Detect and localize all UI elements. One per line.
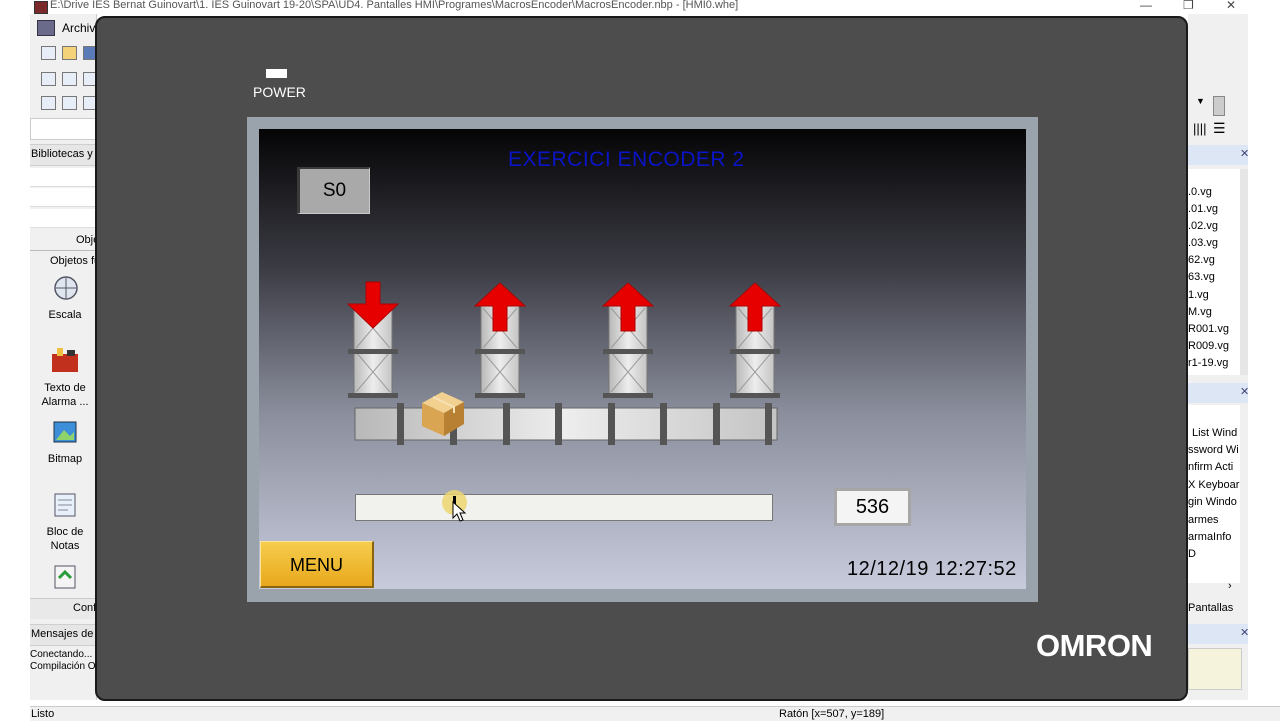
file-item[interactable]: .02.vg (1188, 220, 1218, 232)
piston-4 (728, 282, 782, 398)
libraries-header: Bibliotecas y (30, 144, 96, 166)
mouse-position: Ratón [x=507, y=189] (779, 708, 885, 720)
divider (30, 250, 96, 251)
status-text: Listo (31, 708, 55, 720)
window-item[interactable]: X Keyboar (1188, 479, 1239, 491)
file-list-header: ✕ (1188, 145, 1249, 165)
config-label[interactable]: Conf (73, 602, 96, 614)
close-icon[interactable]: ✕ (1226, 0, 1236, 12)
file-item[interactable]: .0.vg (1188, 186, 1212, 198)
library-row[interactable] (30, 209, 96, 228)
chevron-right-icon[interactable]: › (1228, 580, 1232, 592)
file-item[interactable]: R001.vg (1188, 323, 1229, 335)
power-label: POWER (253, 84, 306, 100)
state-display: S0 (297, 167, 370, 214)
tab-functional-objects[interactable]: Objetos fu (50, 255, 100, 267)
restore-icon[interactable]: ❐ (1183, 0, 1194, 12)
minimize-icon[interactable]: — (1140, 0, 1152, 12)
window-title: E:\Drive IES Bernat Guinovart\1. IES Gui… (50, 0, 739, 11)
tool-label-bitmap: Bitmap (47, 453, 83, 465)
message-line: Compilación O (30, 661, 96, 672)
window-item[interactable]: ssword Wi (1188, 444, 1239, 456)
toolbar-field[interactable] (30, 118, 98, 140)
file-item[interactable]: 62.vg (1188, 254, 1215, 266)
window-item[interactable]: armaInfo (1188, 531, 1231, 543)
alarm-text-icon[interactable] (50, 346, 80, 374)
encoder-progress-bar[interactable] (355, 494, 773, 521)
window-title-bar: E:\Drive IES Bernat Guinovart\1. IES Gui… (0, 0, 1280, 14)
new-file-icon[interactable] (41, 46, 56, 60)
file-item[interactable]: .03.vg (1188, 237, 1218, 249)
scale-icon[interactable] (50, 274, 80, 302)
document-icon (37, 20, 55, 36)
piston-1 (346, 281, 400, 398)
window-item[interactable]: gin Windo (1188, 496, 1237, 508)
grid-icon[interactable] (62, 96, 77, 110)
screen-title: EXERCICI ENCODER 2 (508, 148, 745, 171)
app-icon (34, 1, 48, 14)
file-item[interactable]: .01.vg (1188, 203, 1218, 215)
status-bar: Listo Ratón [x=507, y=189] (30, 706, 1280, 721)
tool-label-notepad: Bloc de Notas (46, 526, 84, 552)
window-item[interactable]: D (1188, 548, 1196, 560)
open-folder-icon[interactable] (62, 46, 77, 60)
libraries-header-label: Bibliotecas y (31, 148, 93, 160)
config-bar: Conf (30, 598, 96, 619)
list-view-icon[interactable]: ☰ (1213, 120, 1226, 137)
conveyor-belt (354, 403, 778, 445)
tool-label-scale: Escala (48, 309, 82, 321)
indent-left-icon[interactable] (41, 72, 56, 86)
message-line: Conectando... (30, 649, 93, 660)
column-view-icon[interactable]: |||| (1193, 121, 1207, 136)
mouse-cursor-icon (452, 500, 467, 522)
messages-header-label: Mensajes de (31, 628, 94, 640)
file-item[interactable]: R009.vg (1188, 340, 1229, 352)
copy-icon[interactable] (41, 96, 56, 110)
window-item[interactable]: List Wind (1192, 427, 1237, 439)
conveyor-scene (346, 281, 782, 445)
file-item[interactable]: r1-19.vg (1188, 357, 1228, 369)
window-item[interactable]: armes (1188, 514, 1219, 526)
library-row[interactable] (30, 188, 96, 207)
file-item[interactable]: 1.vg (1188, 289, 1209, 301)
piston-3 (601, 282, 655, 398)
slider-icon[interactable] (1213, 96, 1225, 116)
messages-header: Mensajes de (30, 624, 96, 646)
screens-tab[interactable]: Pantallas (1188, 602, 1233, 614)
brand-logo: OMRON (1036, 628, 1153, 663)
bitmap-icon[interactable] (50, 418, 80, 446)
tool-label-alarm-text: Texto de Alarma ... (41, 382, 89, 408)
menu-archivo[interactable]: Archiv (62, 21, 95, 35)
file-item[interactable]: M.vg (1188, 306, 1212, 318)
power-led (266, 69, 287, 78)
notepad-icon[interactable] (50, 490, 80, 518)
window-list-header: ✕ (1188, 383, 1249, 403)
chevron-down-icon[interactable]: ▼ (1196, 96, 1205, 108)
close-icon[interactable]: ✕ (1240, 147, 1249, 160)
piston-2 (473, 282, 527, 398)
scrollbar[interactable] (1240, 169, 1248, 375)
close-icon[interactable]: ✕ (1240, 385, 1249, 398)
window-item[interactable]: nfirm Acti (1188, 461, 1233, 473)
properties-box (1188, 648, 1242, 690)
properties-header: ✕ (1188, 624, 1249, 644)
library-row[interactable] (30, 168, 96, 187)
file-item[interactable]: 63.vg (1188, 271, 1215, 283)
indent-right-icon[interactable] (62, 72, 77, 86)
encoder-counter: 536 (834, 488, 911, 526)
menu-button[interactable]: MENU (260, 541, 374, 588)
datetime-display: 12/12/19 12:27:52 (847, 558, 1017, 580)
database-icon[interactable] (50, 562, 80, 590)
close-icon[interactable]: ✕ (1240, 626, 1249, 639)
